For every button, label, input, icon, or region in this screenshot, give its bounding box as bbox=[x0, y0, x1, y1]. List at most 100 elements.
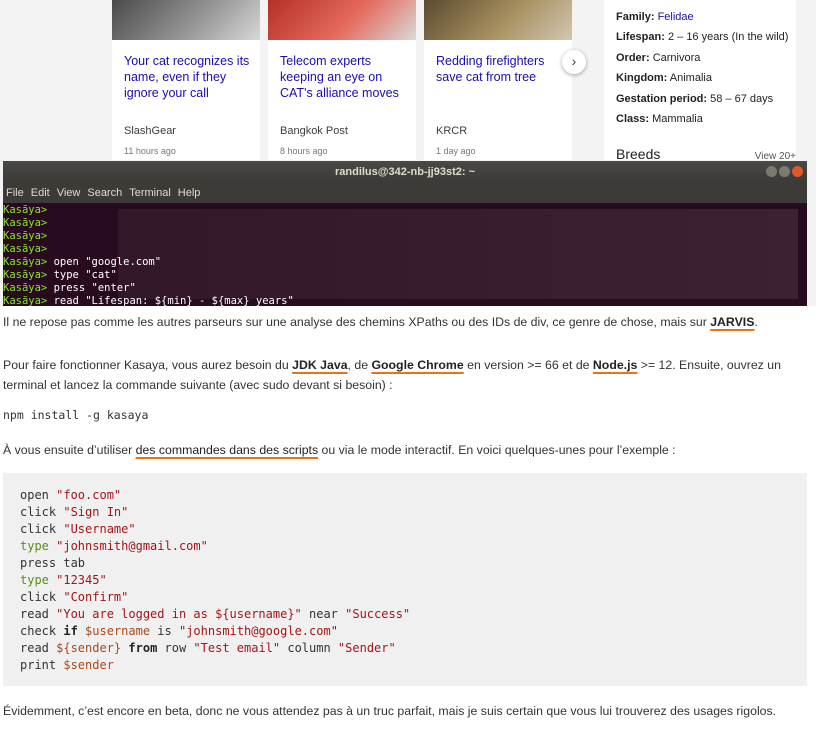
menu-view[interactable]: View bbox=[57, 187, 81, 199]
code-content: open "foo.com" click "Sign In" click "User… bbox=[20, 487, 410, 674]
terminal-window[interactable]: randilus@342-nb-jj93st2: ~ File Edit View S… bbox=[3, 161, 807, 306]
code-token: "Success" bbox=[345, 607, 411, 621]
news-source: SlashGear bbox=[124, 125, 176, 137]
next-button[interactable]: › bbox=[562, 50, 586, 74]
news-title[interactable]: Telecom experts keeping an eye on CAT's … bbox=[280, 53, 410, 101]
kp-row-family: Family: Felidae bbox=[616, 11, 694, 23]
code-token: read bbox=[20, 641, 57, 655]
terminal-line: Kasāya> open "google.com" bbox=[3, 256, 807, 269]
code-line: click "Sign In" bbox=[20, 504, 410, 521]
code-token: "Username" bbox=[63, 522, 136, 536]
code-token: ${sender} bbox=[56, 641, 122, 655]
news-card[interactable]: Telecom experts keeping an eye on CAT's … bbox=[268, 0, 416, 160]
news-thumbnail bbox=[112, 0, 260, 40]
code-block: open "foo.com" click "Sign In" click "User… bbox=[3, 473, 807, 686]
code-token: "Test email" bbox=[193, 641, 281, 655]
link-nodejs[interactable]: Node.js bbox=[593, 358, 637, 372]
terminal-command: type "cat" bbox=[47, 269, 117, 281]
code-token: type bbox=[20, 539, 57, 553]
maximize-icon[interactable] bbox=[779, 166, 790, 177]
code-token: check bbox=[20, 624, 64, 638]
terminal-prompt: Kasāya> bbox=[3, 282, 48, 294]
code-token: from bbox=[128, 641, 158, 655]
code-token: if bbox=[63, 624, 78, 638]
terminal-output[interactable]: Kasāya> Kasāya> Kasāya> Kasāya> Kasāya> open… bbox=[3, 203, 807, 306]
terminal-line: Kasāya> press "enter" bbox=[3, 282, 807, 295]
breeds-heading: Breeds bbox=[616, 146, 661, 162]
code-line: check if $username is "johnsmith@google.… bbox=[20, 623, 410, 640]
code-token: column bbox=[280, 641, 338, 655]
news-source: Bangkok Post bbox=[280, 125, 348, 137]
code-line: type "johnsmith@gmail.com" bbox=[20, 538, 410, 555]
kp-row-order: Order: Carnivora bbox=[616, 52, 701, 64]
code-token: "johnsmith@gmail.com" bbox=[56, 539, 208, 553]
article-paragraph-4: Évidemment, c’est encore en beta, donc n… bbox=[3, 704, 777, 718]
terminal-line: Kasāya> bbox=[3, 230, 807, 243]
code-line: type "12345" bbox=[20, 572, 410, 589]
code-token: "12345" bbox=[56, 573, 107, 587]
news-thumbnail bbox=[424, 0, 572, 40]
code-line: click "Confirm" bbox=[20, 589, 410, 606]
terminal-titlebar[interactable]: randilus@342-nb-jj93st2: ~ bbox=[3, 161, 807, 183]
code-token: "Sign In" bbox=[63, 505, 129, 519]
close-icon[interactable] bbox=[792, 166, 803, 177]
kp-row-class: Class: Mammalia bbox=[616, 113, 703, 125]
code-token: click bbox=[20, 505, 64, 519]
embedded-screenshot: Your cat recognizes its name, even if th… bbox=[0, 0, 816, 306]
terminal-line: Kasāya> bbox=[3, 243, 807, 256]
terminal-prompt: Kasāya> bbox=[3, 217, 48, 229]
terminal-menubar: File Edit View Search Terminal Help bbox=[3, 183, 807, 203]
code-line: print $sender bbox=[20, 657, 410, 674]
terminal-command: open "google.com" bbox=[47, 256, 162, 268]
link-google-chrome[interactable]: Google Chrome bbox=[371, 358, 463, 372]
menu-search[interactable]: Search bbox=[87, 187, 122, 199]
terminal-title: randilus@342-nb-jj93st2: ~ bbox=[334, 166, 476, 178]
news-time: 11 hours ago bbox=[124, 146, 176, 156]
code-token: near bbox=[301, 607, 346, 621]
code-token: read bbox=[20, 607, 57, 621]
code-token: row bbox=[157, 641, 194, 655]
news-title[interactable]: Redding firefighters save cat from tree bbox=[436, 53, 566, 85]
terminal-line: Kasāya> type "cat" bbox=[3, 269, 807, 282]
kp-row-kingdom: Kingdom: Animalia bbox=[616, 72, 712, 84]
link-jdk-java[interactable]: JDK Java bbox=[292, 358, 347, 372]
menu-edit[interactable]: Edit bbox=[31, 187, 50, 199]
menu-help[interactable]: Help bbox=[178, 187, 201, 199]
news-title[interactable]: Your cat recognizes its name, even if th… bbox=[124, 53, 254, 101]
code-line: open "foo.com" bbox=[20, 487, 410, 504]
kp-row-gestation: Gestation period: 58 – 67 days bbox=[616, 93, 774, 105]
code-line: press tab bbox=[20, 555, 410, 572]
minimize-icon[interactable] bbox=[766, 166, 777, 177]
article-paragraph-2: Pour faire fonctionner Kasaya, vous aure… bbox=[3, 358, 781, 392]
menu-file[interactable]: File bbox=[6, 187, 24, 199]
terminal-command: read "Lifespan: ${min} - ${max} years" bbox=[47, 295, 294, 306]
menu-terminal[interactable]: Terminal bbox=[129, 187, 171, 199]
code-token: "Sender" bbox=[337, 641, 396, 655]
code-token: $username bbox=[85, 624, 151, 638]
install-command: npm install -g kasaya bbox=[3, 408, 149, 422]
code-token: "You are logged in as ${username}" bbox=[56, 607, 302, 621]
terminal-prompt: Kasāya> bbox=[3, 204, 48, 216]
code-token: $sender bbox=[63, 658, 114, 672]
news-card[interactable]: Redding firefighters save cat from tree … bbox=[424, 0, 572, 160]
link-commands-scripts[interactable]: des commandes dans des scripts bbox=[136, 443, 319, 457]
kp-row-lifespan: Lifespan: 2 – 16 years (In the wild) bbox=[616, 31, 789, 43]
link-jarvis[interactable]: JARVIS bbox=[710, 315, 754, 329]
knowledge-panel: Family: Felidae Lifespan: 2 – 16 years (… bbox=[604, 0, 796, 162]
code-token: press tab bbox=[20, 556, 86, 570]
code-token: click bbox=[20, 522, 64, 536]
terminal-prompt: Kasāya> bbox=[3, 256, 48, 268]
news-time: 8 hours ago bbox=[280, 146, 328, 156]
terminal-prompt: Kasāya> bbox=[3, 243, 48, 255]
code-token: open bbox=[20, 488, 57, 502]
terminal-prompt: Kasāya> bbox=[3, 269, 48, 281]
code-token: type bbox=[20, 573, 57, 587]
terminal-line: Kasāya> bbox=[3, 204, 807, 217]
code-line: read "You are logged in as ${username}" … bbox=[20, 606, 410, 623]
code-token: print bbox=[20, 658, 64, 672]
news-card[interactable]: Your cat recognizes its name, even if th… bbox=[112, 0, 260, 160]
code-token: "Confirm" bbox=[63, 590, 129, 604]
terminal-line: Kasāya> bbox=[3, 217, 807, 230]
article-paragraph-1: Il ne repose pas comme les autres parseu… bbox=[3, 315, 758, 329]
